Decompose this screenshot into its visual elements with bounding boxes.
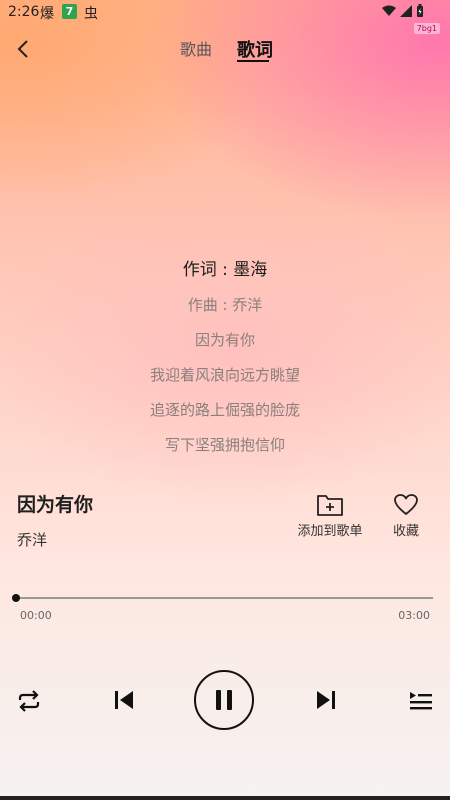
repeat-button[interactable]: [14, 688, 44, 714]
status-bar: 2:26 爆 7 虫 7bg1: [0, 0, 450, 34]
playlist-icon: [410, 692, 432, 710]
playlist-button[interactable]: [408, 689, 434, 713]
status-icons: [382, 4, 424, 17]
folder-add-icon: [317, 495, 343, 516]
wifi-icon: [382, 5, 396, 16]
progress-handle[interactable]: [12, 594, 20, 602]
previous-button[interactable]: [112, 688, 136, 712]
chevron-left-icon: [17, 40, 28, 58]
signal-icon: [400, 4, 412, 17]
add-to-playlist-label: 添加到歌单: [297, 524, 363, 539]
battery-icon: [417, 4, 423, 17]
status-time: 2:26: [8, 4, 40, 20]
tab-lyrics[interactable]: 歌词: [237, 36, 273, 62]
debug-tag: 7bg1: [413, 23, 440, 34]
song-artist: 乔洋: [17, 531, 48, 549]
lyric-line-active: 作词 : 墨海: [182, 260, 268, 280]
heart-icon: [394, 494, 418, 515]
total-time: 03:00: [398, 609, 430, 622]
song-title: 因为有你: [17, 494, 94, 516]
notification-icon-1: 爆: [40, 6, 54, 22]
lyric-line: 我迎着风浪向远方眺望: [149, 366, 300, 384]
lyric-line: 写下坚强拥抱信仰: [164, 436, 285, 454]
next-button[interactable]: [314, 688, 338, 712]
add-to-playlist-button[interactable]: 添加到歌单: [293, 490, 367, 539]
favorite-label: 收藏: [392, 524, 419, 539]
tab-song[interactable]: 歌曲: [180, 36, 212, 60]
navigation-bar: [0, 796, 450, 800]
repeat-icon: [18, 690, 40, 712]
pause-icon: [216, 690, 232, 710]
skip-next-icon: [317, 691, 335, 709]
notification-icon-2: 7: [62, 4, 77, 19]
favorite-button[interactable]: 收藏: [384, 490, 428, 539]
back-button[interactable]: [12, 37, 36, 61]
active-tab-indicator: [237, 60, 269, 62]
notification-icon-3: 虫: [84, 6, 98, 22]
lyric-line: 作曲 : 乔洋: [187, 296, 263, 314]
lyrics-view[interactable]: 作词 : 墨海 作曲 : 乔洋 因为有你 我迎着风浪向远方眺望 追逐的路上倔强的…: [0, 253, 450, 463]
current-time: 00:00: [20, 609, 52, 622]
lyric-line: 追逐的路上倔强的脸庞: [149, 401, 300, 419]
progress-bar[interactable]: [16, 597, 433, 599]
lyric-line: 因为有你: [194, 331, 255, 349]
play-pause-button[interactable]: [194, 670, 254, 730]
skip-previous-icon: [115, 691, 133, 709]
